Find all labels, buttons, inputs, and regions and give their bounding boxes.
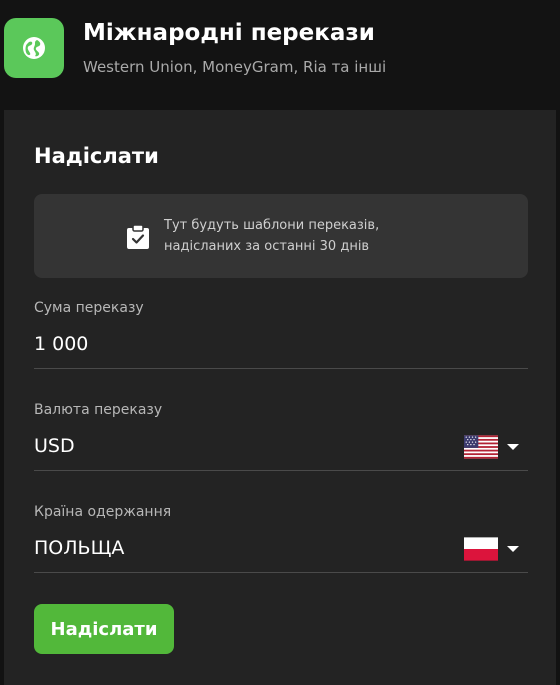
form-title: Надіслати [34,144,159,168]
globe-icon [4,18,64,78]
currency-label: Валюта переказу [34,402,163,418]
page-subtitle: Western Union, MoneyGram, Ria та інші [83,58,387,76]
amount-underline [34,368,528,369]
clipboard-check-icon [127,224,149,249]
send-form-card: Надіслати Тут будуть шаблони переказів, … [4,110,556,685]
templates-placeholder-text: Тут будуть шаблони переказів, надісланих… [164,215,379,257]
amount-field[interactable]: Сума переказу 1 000 [34,300,528,370]
page-title: Міжнародні перекази [83,20,375,46]
amount-input[interactable]: 1 000 [34,333,88,355]
templates-text-line1: Тут будуть шаблони переказів, [164,218,380,233]
templates-placeholder: Тут будуть шаблони переказів, надісланих… [34,194,528,278]
country-value[interactable]: ПОЛЬЩА [34,537,124,559]
currency-value[interactable]: USD [34,435,75,457]
country-select[interactable]: Країна одержання ПОЛЬЩА [34,504,528,574]
chevron-down-icon[interactable] [507,444,519,450]
amount-label: Сума переказу [34,300,144,316]
us-flag-icon [464,435,498,459]
currency-select[interactable]: Валюта переказу USD [34,402,528,472]
templates-text-line2: надісланих за останні 30 днів [164,239,370,254]
poland-flag-icon [464,537,498,561]
country-underline [34,572,528,573]
chevron-down-icon[interactable] [507,546,519,552]
header: Міжнародні перекази Western Union, Money… [0,0,560,110]
country-label: Країна одержання [34,504,172,520]
send-button[interactable]: Надіслати [34,604,174,654]
currency-underline [34,470,528,471]
